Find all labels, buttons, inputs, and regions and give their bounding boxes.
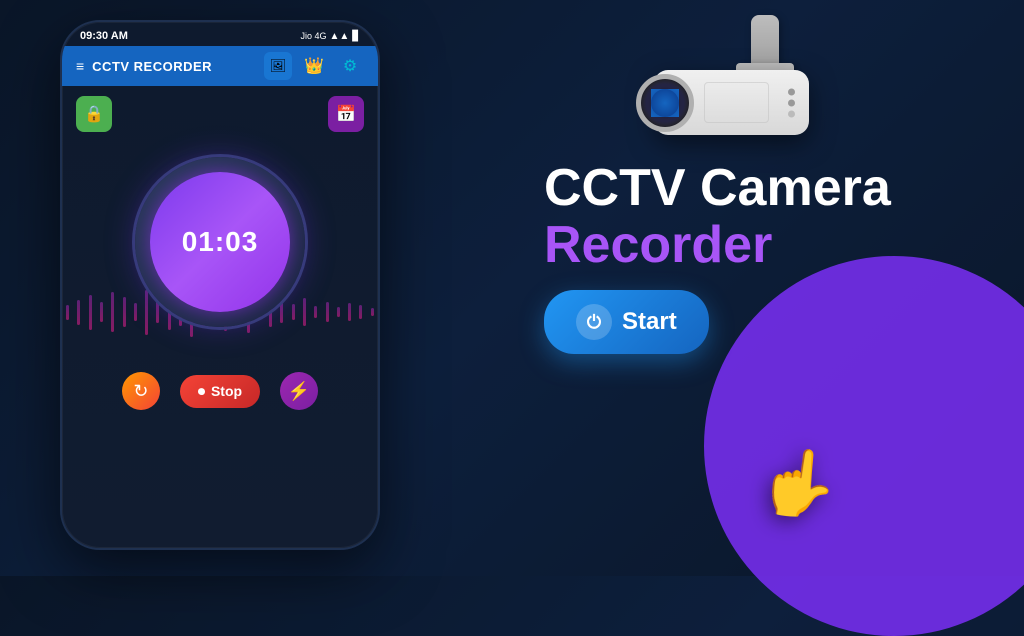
right-panel: CCTV Camera Recorder ⏻ Start: [544, 160, 994, 354]
crown-button[interactable]: 👑: [300, 52, 328, 80]
status-bar: 09:30 AM Jio 4G ▲▲ ▊: [62, 22, 378, 46]
bottom-controls: ↻ ⏺ Stop ⚡: [76, 372, 364, 410]
title-line1: CCTV Camera: [544, 160, 994, 217]
carrier-text: Jio 4G: [300, 31, 326, 41]
phone-content: 🔒 📅: [62, 86, 378, 420]
power-icon-wrapper: ⏻: [576, 304, 612, 340]
gallery-icon: 🖼: [270, 58, 287, 74]
start-button-label: Start: [622, 308, 677, 336]
top-actions: 🔒 📅: [76, 96, 364, 132]
timer-display: 01:03: [182, 226, 259, 258]
hand-cursor: 👆: [755, 442, 842, 525]
lock-camera-button[interactable]: 🔒: [76, 96, 112, 132]
stop-record-icon: ⏺: [198, 383, 205, 400]
timer-area: 01:03: [76, 142, 364, 342]
signal-icon: ▲▲: [330, 31, 350, 42]
schedule-icon: 📅: [336, 104, 356, 124]
stop-label: Stop: [211, 383, 242, 399]
app-title: CCTV RECORDER: [92, 59, 212, 74]
timer-circle-inner: 01:03: [150, 172, 290, 312]
schedule-button[interactable]: 📅: [328, 96, 364, 132]
hamburger-icon[interactable]: ≡: [76, 58, 84, 74]
battery-icon: ▊: [352, 31, 360, 42]
app-header: ≡ CCTV RECORDER 🖼 👑 ⚙: [62, 46, 378, 86]
settings-icon: ⚙: [343, 56, 357, 76]
timer-circle-outer: 01:03: [135, 157, 305, 327]
camera-image: [644, 15, 824, 155]
lightning-icon: ⚡: [288, 381, 310, 402]
title-line2: Recorder: [544, 217, 994, 274]
lock-icon: 🔒: [84, 104, 104, 124]
main-title: CCTV Camera Recorder: [544, 160, 994, 274]
phone-mockup: 09:30 AM Jio 4G ▲▲ ▊ ≡ CCTV RECORDER 🖼 👑: [60, 20, 400, 560]
power-icon: ⏻: [587, 312, 601, 333]
status-icons: Jio 4G ▲▲ ▊: [300, 31, 360, 42]
lightning-button[interactable]: ⚡: [280, 372, 318, 410]
status-time: 09:30 AM: [80, 30, 128, 42]
gallery-button[interactable]: 🖼: [264, 52, 292, 80]
stop-button[interactable]: ⏺ Stop: [180, 375, 260, 408]
settings-button[interactable]: ⚙: [336, 52, 364, 80]
refresh-button[interactable]: ↻: [122, 372, 160, 410]
start-button[interactable]: ⏻ Start: [544, 290, 709, 354]
refresh-icon: ↻: [133, 381, 148, 402]
crown-icon: 👑: [304, 56, 324, 76]
